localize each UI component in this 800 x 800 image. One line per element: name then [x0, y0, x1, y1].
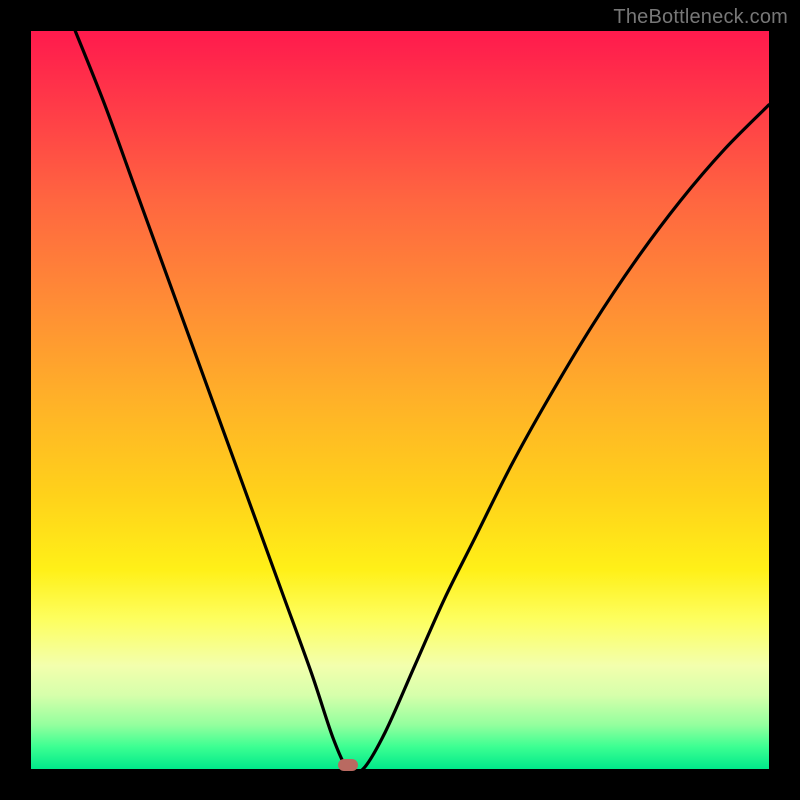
- bottleneck-curve: [31, 31, 769, 769]
- watermark-text: TheBottleneck.com: [613, 6, 788, 29]
- plot-area: [31, 31, 769, 769]
- chart-frame: TheBottleneck.com: [0, 0, 800, 800]
- optimal-marker: [338, 759, 358, 771]
